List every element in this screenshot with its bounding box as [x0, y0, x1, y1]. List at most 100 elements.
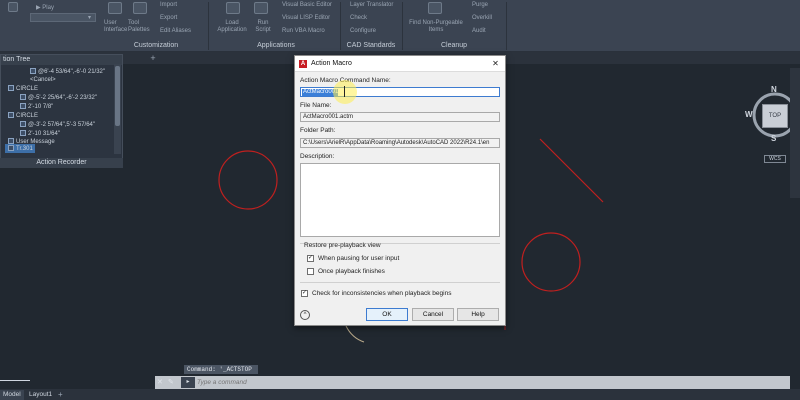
- user-message-icon: [8, 138, 14, 145]
- tree-row-text: @6'-4 53/64",-6'-0 21/32": [38, 69, 106, 75]
- wrench-icon[interactable]: ✎: [168, 378, 177, 387]
- action-tree-title: tion Tree: [1, 55, 122, 65]
- run-script-icon: [254, 2, 268, 14]
- action-macro-dialog: A Action Macro ✕ Action Macro Command Na…: [294, 55, 506, 326]
- tree-row[interactable]: @-3'-2 57/64",5'-3 57/64": [20, 121, 95, 129]
- autocad-logo-icon: A: [299, 60, 307, 68]
- action-recorder-label: Action Recorder: [0, 158, 123, 168]
- ribbon-load-application[interactable]: Load Application: [212, 20, 252, 34]
- folder-path-field: C:\Users\ArielR\AppData\Roaming\Autodesk…: [300, 138, 500, 148]
- tree-row-text: <Cancel>: [30, 77, 56, 83]
- compass-south[interactable]: S: [771, 134, 776, 143]
- ribbon-export[interactable]: Export: [160, 15, 177, 21]
- tree-scrollbar-thumb[interactable]: [115, 66, 120, 126]
- close-icon[interactable]: ✕: [490, 58, 501, 69]
- file-name-label: File Name:: [300, 102, 332, 109]
- coordinate-icon: [20, 121, 26, 128]
- selected-item-icon: [8, 145, 14, 152]
- tree-row[interactable]: @6'-4 53/64",-6'-0 21/32": [30, 68, 105, 76]
- command-name-input[interactable]: ActMacro001: [300, 87, 500, 97]
- once-finishes-label: Once playback finishes: [318, 268, 385, 275]
- ribbon-visual-basic-editor[interactable]: Visual Basic Editor: [282, 2, 332, 8]
- find-non-purgeable-icon: [428, 2, 442, 14]
- ribbon-tool-palettes[interactable]: Tool Palettes: [128, 20, 154, 34]
- ribbon-overkill[interactable]: Overkill: [472, 15, 492, 21]
- layout-tab-bar: [0, 389, 800, 400]
- new-tab-button[interactable]: +: [148, 53, 158, 63]
- expand-details-icon[interactable]: ^: [300, 310, 310, 320]
- drawing-circle-right[interactable]: [521, 232, 581, 292]
- panel-divider: [506, 2, 507, 50]
- ribbon-audit[interactable]: Audit: [472, 28, 486, 34]
- tab-layout1[interactable]: Layout1: [26, 390, 55, 400]
- tool-palettes-icon: [133, 2, 147, 14]
- ribbon-find-non-purgeable-items[interactable]: Find Non-Purgeable Items: [404, 20, 468, 34]
- tree-row[interactable]: CIRCLE: [8, 85, 38, 93]
- load-application-icon: [226, 2, 240, 14]
- command-input[interactable]: [197, 377, 787, 388]
- panel-divider: [208, 2, 209, 50]
- dialog-footer: ^ OK Cancel Help: [295, 306, 505, 326]
- macro-dropdown[interactable]: [30, 13, 96, 22]
- cursor-highlight: [333, 80, 357, 104]
- tree-row[interactable]: 2'-10 31/64": [20, 130, 60, 138]
- ribbon-run-vba-macro[interactable]: Run VBA Macro: [282, 28, 325, 34]
- panel-title-customization: Customization: [133, 42, 179, 49]
- compass-north[interactable]: N: [771, 85, 777, 94]
- ribbon-user-interface[interactable]: User Interface: [104, 20, 130, 34]
- add-layout-button[interactable]: +: [58, 390, 63, 400]
- ribbon-play[interactable]: ▶ Play: [36, 4, 54, 11]
- cancel-button[interactable]: Cancel: [412, 308, 454, 321]
- ribbon-visual-lisp-editor[interactable]: Visual LISP Editor: [282, 15, 330, 21]
- ribbon-import[interactable]: Import: [160, 2, 177, 8]
- drawing-arc[interactable]: [345, 325, 365, 343]
- distance-icon: [20, 130, 26, 137]
- tree-row-text: Tr.301: [16, 146, 33, 152]
- text-cursor-icon: [344, 86, 345, 97]
- description-label: Description:: [300, 153, 335, 160]
- dialog-titlebar[interactable]: A Action Macro ✕: [295, 56, 505, 72]
- tree-row[interactable]: @-5'-2 25/64",-6'-2 23/32": [20, 94, 97, 102]
- when-pausing-checkbox[interactable]: ✓: [307, 255, 314, 262]
- navigation-bar[interactable]: [790, 68, 800, 198]
- wcs-menu[interactable]: WCS: [764, 155, 786, 163]
- tree-row-text: 2'-10 31/64": [28, 131, 60, 137]
- ribbon-check[interactable]: Check: [350, 15, 367, 21]
- ok-button[interactable]: OK: [366, 308, 408, 321]
- chevron-down-icon: ▾: [88, 15, 92, 21]
- distance-icon: [20, 103, 26, 110]
- ribbon-purge[interactable]: Purge: [472, 2, 488, 8]
- drawing-line[interactable]: [539, 138, 604, 203]
- coordinate-icon: [30, 68, 36, 75]
- tree-row[interactable]: CIRCLE: [8, 112, 38, 120]
- when-pausing-label: When pausing for user input: [318, 255, 400, 262]
- command-prompt-icon[interactable]: ▸: [181, 377, 195, 388]
- tree-row-text: 2'-10 7/8": [28, 104, 54, 110]
- ribbon-edit-aliases[interactable]: Edit Aliases: [160, 28, 191, 34]
- restore-view-label: Restore pre-playback view: [304, 242, 381, 249]
- circle-command-icon: [8, 85, 14, 92]
- tree-row[interactable]: 2'-10 7/8": [20, 103, 53, 111]
- close-icon[interactable]: ✕: [157, 378, 165, 387]
- tab-model[interactable]: Model: [0, 390, 24, 400]
- tree-row-text: @-3'-2 57/64",5'-3 57/64": [28, 122, 96, 128]
- check-inconsistencies-checkbox[interactable]: ✓: [301, 290, 308, 297]
- ribbon-layer-translator[interactable]: Layer Translator: [350, 2, 393, 8]
- description-textarea[interactable]: [300, 163, 500, 237]
- tree-row[interactable]: <Cancel>: [30, 76, 56, 84]
- check-inconsistencies-label: Check for inconsistencies when playback …: [312, 290, 452, 297]
- dialog-title: Action Macro: [311, 60, 352, 67]
- compass-west[interactable]: W: [745, 110, 753, 119]
- once-finishes-checkbox[interactable]: [307, 268, 314, 275]
- tree-row[interactable]: Tr.301: [8, 145, 33, 153]
- user-interface-icon: [108, 2, 122, 14]
- coordinate-icon: [20, 94, 26, 101]
- command-history: Command: '_ACTSTOP: [184, 365, 258, 374]
- folder-path-label: Folder Path:: [300, 127, 336, 134]
- ribbon-run-script[interactable]: Run Script: [250, 20, 276, 34]
- drawing-circle-left[interactable]: [218, 150, 278, 210]
- help-button[interactable]: Help: [457, 308, 499, 321]
- viewcube-top-face[interactable]: TOP: [762, 104, 788, 128]
- ribbon-icon[interactable]: [8, 2, 18, 12]
- ribbon-configure[interactable]: Configure: [350, 28, 376, 34]
